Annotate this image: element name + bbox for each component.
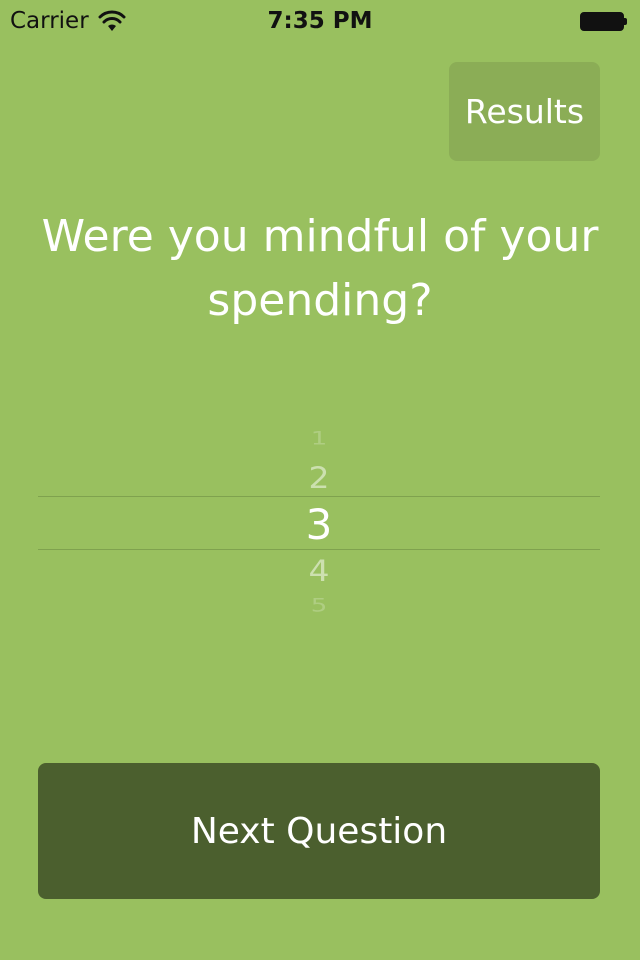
status-time: 7:35 PM (267, 8, 373, 34)
rating-picker[interactable]: 1 2 3 4 5 (38, 420, 600, 630)
picker-selection-line-top (38, 496, 600, 497)
picker-option-4[interactable]: 4 (38, 553, 600, 588)
picker-option-5[interactable]: 5 (38, 596, 600, 617)
status-bar: Carrier 7:35 PM (0, 0, 640, 40)
results-button[interactable]: Results (449, 62, 600, 161)
next-question-button[interactable]: Next Question (38, 763, 600, 899)
picker-option-2[interactable]: 2 (38, 460, 600, 495)
picker-option-3[interactable]: 3 (38, 502, 600, 548)
question-text: Were you mindful of your spending? (41, 211, 599, 326)
picker-option-1[interactable]: 1 (38, 429, 600, 450)
battery-icon (580, 12, 627, 31)
picker-selection-line-bottom (38, 549, 600, 550)
